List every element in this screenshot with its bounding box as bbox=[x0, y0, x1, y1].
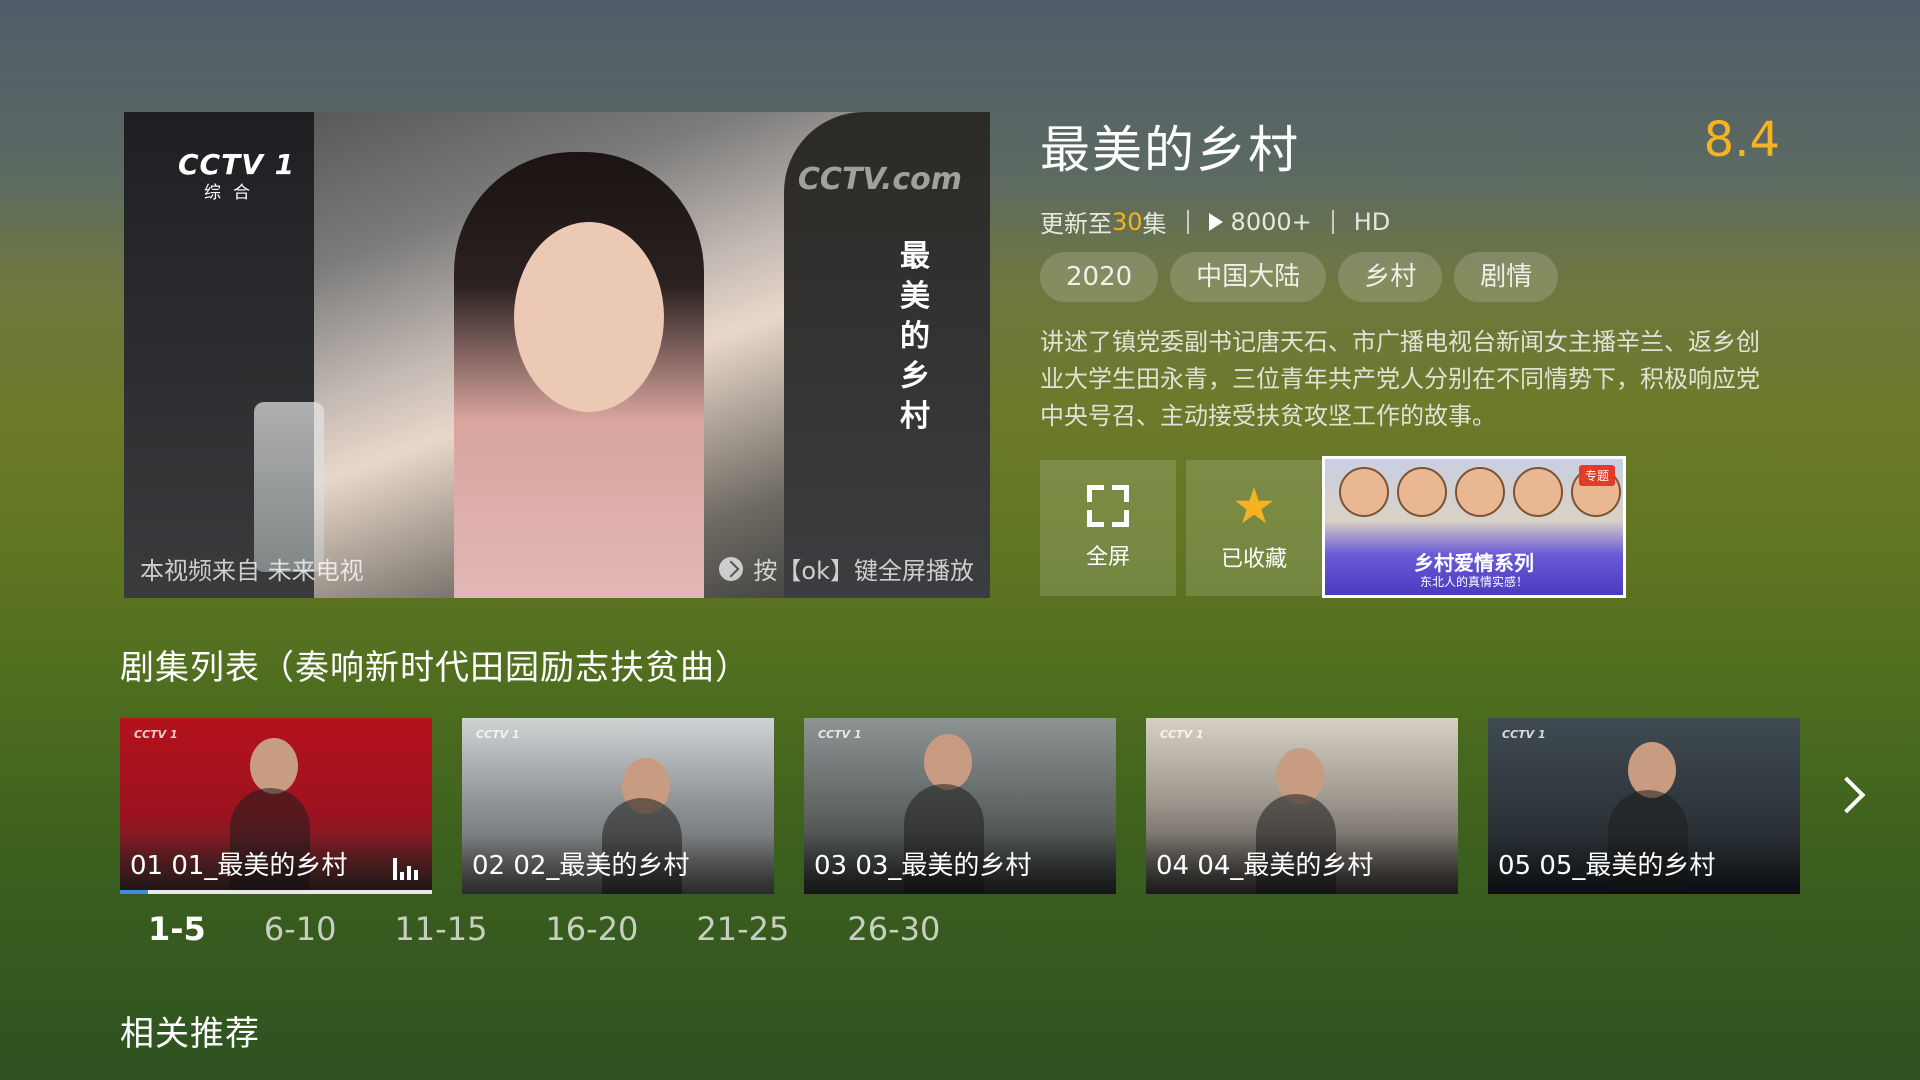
episode-card[interactable]: CCTV 1 03 03_最美的乡村 bbox=[804, 718, 1116, 894]
tab-range-1-5[interactable]: 1-5 bbox=[148, 910, 206, 948]
video-overlay-title: 最美的乡村 bbox=[900, 239, 930, 434]
promo-badge: 专题 bbox=[1578, 465, 1615, 486]
tag-year[interactable]: 2020 bbox=[1040, 252, 1159, 302]
show-meta: 更新至 30 集 8000+ HD bbox=[1040, 204, 1390, 239]
meta-divider bbox=[1186, 209, 1189, 234]
episode-card[interactable]: CCTV 1 02 02_最美的乡村 bbox=[462, 718, 774, 894]
promo-face bbox=[1455, 467, 1505, 517]
tag-genre[interactable]: 剧情 bbox=[1454, 252, 1559, 302]
fullscreen-hint-text: 按【ok】键全屏播放 bbox=[753, 557, 974, 585]
expand-icon bbox=[719, 556, 744, 581]
fullscreen-hint: 按【ok】键全屏播放 bbox=[719, 551, 974, 586]
promo-face bbox=[1397, 467, 1447, 517]
episode-label: 03 03_最美的乡村 bbox=[814, 851, 1032, 881]
episode-card[interactable]: CCTV 1 04 04_最美的乡村 bbox=[1146, 718, 1458, 894]
promo-card[interactable]: 专题 乡村爱情系列 东北人的真情实感！ bbox=[1322, 456, 1626, 598]
video-player[interactable]: CCTV 1 综合 CCTV.com 最美的乡村 本视频来自 未来电视 按【ok… bbox=[124, 112, 990, 598]
episode-card[interactable]: CCTV 1 01 01_最美的乡村 bbox=[120, 718, 432, 894]
thumb-channel-logo: CCTV 1 bbox=[1502, 728, 1546, 741]
scene-jar bbox=[254, 402, 324, 572]
quality-label: HD bbox=[1353, 207, 1391, 236]
related-heading: 相关推荐 bbox=[120, 1014, 260, 1054]
tag-list: 2020 中国大陆 乡村 剧情 bbox=[1040, 252, 1559, 302]
fullscreen-button[interactable]: 全屏 bbox=[1040, 460, 1176, 596]
tab-range-26-30[interactable]: 26-30 bbox=[847, 910, 940, 948]
watermark: CCTV.com bbox=[797, 162, 962, 197]
meta-divider bbox=[1331, 209, 1334, 234]
promo-face bbox=[1339, 467, 1389, 517]
thumb-channel-logo: CCTV 1 bbox=[134, 728, 178, 741]
episode-label: 04 04_最美的乡村 bbox=[1156, 851, 1374, 881]
promo-subtitle: 东北人的真情实感！ bbox=[1419, 575, 1528, 589]
tag-region[interactable]: 中国大陆 bbox=[1170, 252, 1327, 302]
episode-label: 02 02_最美的乡村 bbox=[472, 851, 690, 881]
tag-category[interactable]: 乡村 bbox=[1338, 252, 1443, 302]
promo-face bbox=[1513, 467, 1563, 517]
thumb-channel-logo: CCTV 1 bbox=[818, 728, 862, 741]
fullscreen-button-label: 全屏 bbox=[1085, 545, 1130, 570]
update-count: 30 bbox=[1112, 207, 1143, 236]
now-playing-icon bbox=[393, 858, 418, 880]
episode-card[interactable]: CCTV 1 05 05_最美的乡村 bbox=[1488, 718, 1800, 894]
update-prefix: 更新至 bbox=[1040, 210, 1112, 238]
thumb-channel-logo: CCTV 1 bbox=[1160, 728, 1204, 741]
thumb-channel-logo: CCTV 1 bbox=[476, 728, 520, 741]
video-source-text: 本视频来自 未来电视 bbox=[140, 557, 364, 585]
episode-label: 05 05_最美的乡村 bbox=[1498, 851, 1716, 881]
favorite-button-label: 已收藏 bbox=[1220, 547, 1287, 572]
channel-sub-label: 综合 bbox=[204, 183, 262, 203]
fullscreen-icon bbox=[1087, 485, 1129, 527]
channel-logo: CCTV 1 bbox=[178, 148, 296, 181]
chevron-right-icon[interactable] bbox=[1832, 780, 1862, 810]
tab-range-16-20[interactable]: 16-20 bbox=[545, 910, 638, 948]
tab-range-21-25[interactable]: 21-25 bbox=[696, 910, 789, 948]
star-icon: ★ bbox=[1231, 477, 1277, 535]
show-description: 讲述了镇党委副书记唐天石、市广播电视台新闻女主播辛兰、返乡创业大学生田永青，三位… bbox=[1040, 328, 1760, 430]
episode-list-heading: 剧集列表（奏响新时代田园励志扶贫曲） bbox=[120, 648, 750, 688]
play-icon bbox=[1208, 212, 1223, 231]
play-count: 8000+ bbox=[1230, 207, 1312, 236]
update-suffix: 集 bbox=[1142, 210, 1167, 238]
episode-progress-bar bbox=[120, 890, 432, 894]
show-rating: 8.4 bbox=[1703, 112, 1780, 168]
promo-title: 乡村爱情系列 bbox=[1414, 551, 1534, 575]
episode-range-tabs: 1-5 6-10 11-15 16-20 21-25 26-30 bbox=[148, 910, 998, 948]
tab-range-11-15[interactable]: 11-15 bbox=[394, 910, 487, 948]
favorite-button[interactable]: ★ 已收藏 bbox=[1186, 460, 1322, 596]
thumb-face bbox=[924, 734, 972, 790]
scene-face bbox=[514, 222, 664, 412]
tab-range-6-10[interactable]: 6-10 bbox=[264, 910, 337, 948]
episode-progress-fill bbox=[120, 890, 149, 894]
episode-label: 01 01_最美的乡村 bbox=[130, 851, 348, 881]
thumb-face bbox=[250, 738, 298, 794]
show-title: 最美的乡村 bbox=[1040, 121, 1300, 179]
